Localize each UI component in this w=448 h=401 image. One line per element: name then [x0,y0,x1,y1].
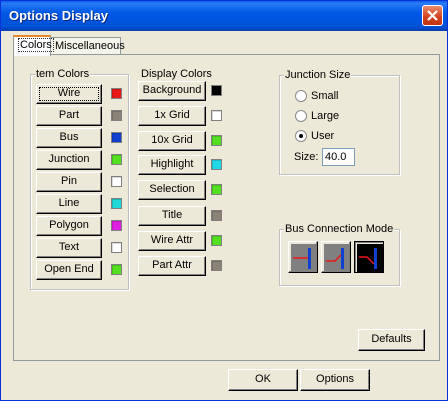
wire-attr-color-swatch[interactable] [211,235,222,246]
straight-bus-connection-icon [291,244,317,272]
line-color-swatch[interactable] [111,198,122,209]
selection-color-button[interactable]: Selection [138,180,206,200]
wire-color-button[interactable]: Wire [36,84,102,104]
part-color-button[interactable]: Part [36,106,102,126]
small-radio-label[interactable]: Small [311,90,339,103]
polygon-label: Polygon [49,219,89,231]
options-button[interactable]: Options [300,369,370,391]
highlight-label: Highlight [150,158,194,170]
defaults-button[interactable]: Defaults [358,329,425,351]
junction-color-button[interactable]: Junction [36,150,102,170]
part-attr-color-button[interactable]: Part Attr [138,256,206,276]
part-attr-label: Part Attr [152,259,192,271]
wire-attr-color-button[interactable]: Wire Attr [138,231,206,251]
1x-grid-color-swatch[interactable] [211,110,222,121]
angled-bus-connection-icon [324,244,350,272]
junction-size-label: Junction Size [284,69,352,81]
text-label: Text [58,241,80,253]
line-label: Line [58,197,80,209]
tab-colors-label: Colors [18,38,54,52]
selection-label: Selection [149,183,195,195]
item-colors-label: tem Colors [35,68,91,80]
small-radio[interactable] [295,90,307,102]
wire-attr-label: Wire Attr [150,234,194,246]
open-end-color-swatch[interactable] [111,264,122,275]
wire-color-swatch[interactable] [111,88,122,99]
junction-label: Junction [48,153,90,165]
options-display-dialog: Options Display Colors Miscellaneous tem… [0,0,448,401]
selection-color-swatch[interactable] [211,184,222,195]
large-radio-label[interactable]: Large [311,110,339,123]
title-color-button[interactable]: Title [138,206,206,226]
display-colors-label: Display Colors [141,68,212,80]
ok-label: OK [255,373,271,385]
part-color-swatch[interactable] [111,110,122,121]
title-color-swatch[interactable] [211,210,222,221]
open-end-label: Open End [44,263,94,275]
large-radio[interactable] [295,110,307,122]
text-color-swatch[interactable] [111,242,122,253]
10x-grid-color-swatch[interactable] [211,135,222,146]
radio-selected-dot [299,134,303,138]
defaults-label: Defaults [371,333,412,345]
pin-color-swatch[interactable] [111,176,122,187]
10x-grid-color-button[interactable]: 10x Grid [138,131,206,151]
bus-mode-entry-button[interactable] [354,241,384,273]
user-radio[interactable] [295,130,307,142]
1x-grid-label: 1x Grid [154,109,190,121]
tab-colors[interactable]: Colors [13,35,54,56]
background-label: Background [142,84,202,96]
highlight-color-swatch[interactable] [211,159,222,170]
junction-color-swatch[interactable] [111,154,122,165]
bus-label: Bus [59,131,79,143]
size-input[interactable]: 40.0 [322,148,355,166]
bus-entry-connection-icon [357,244,383,272]
bus-connection-mode-label: Bus Connection Mode [284,223,395,235]
bus-mode-angled-button[interactable] [321,241,351,273]
window-title: Options Display [9,8,108,23]
text-color-button[interactable]: Text [36,238,102,258]
tab-miscellaneous-label: Miscellaneous [55,40,125,52]
options-label: Options [316,373,354,385]
10x-grid-label: 10x Grid [151,134,193,146]
highlight-color-button[interactable]: Highlight [138,155,206,175]
title-bar[interactable]: Options Display [1,1,447,31]
pin-label: Pin [61,175,77,187]
bus-mode-straight-button[interactable] [288,241,318,273]
part-label: Part [58,109,80,121]
size-label: Size: [294,151,319,163]
line-color-button[interactable]: Line [36,194,102,214]
bus-color-swatch[interactable] [111,132,122,143]
1x-grid-color-button[interactable]: 1x Grid [138,106,206,126]
user-radio-label[interactable]: User [311,130,334,143]
part-attr-color-swatch[interactable] [211,260,222,271]
open-end-color-button[interactable]: Open End [36,260,102,280]
close-button[interactable] [422,5,443,26]
title-label: Title [161,209,183,221]
polygon-color-swatch[interactable] [111,220,122,231]
background-color-swatch[interactable] [211,85,222,96]
bus-color-button[interactable]: Bus [36,128,102,148]
ok-button[interactable]: OK [228,369,298,391]
close-icon [427,10,438,21]
pin-color-button[interactable]: Pin [36,172,102,192]
colors-panel: tem Colors Wire Part Bus Junction Pin Li… [13,54,440,361]
tab-miscellaneous[interactable]: Miscellaneous [50,37,125,55]
wire-label: Wire [57,87,81,99]
polygon-color-button[interactable]: Polygon [36,216,102,236]
background-color-button[interactable]: Background [138,81,206,101]
